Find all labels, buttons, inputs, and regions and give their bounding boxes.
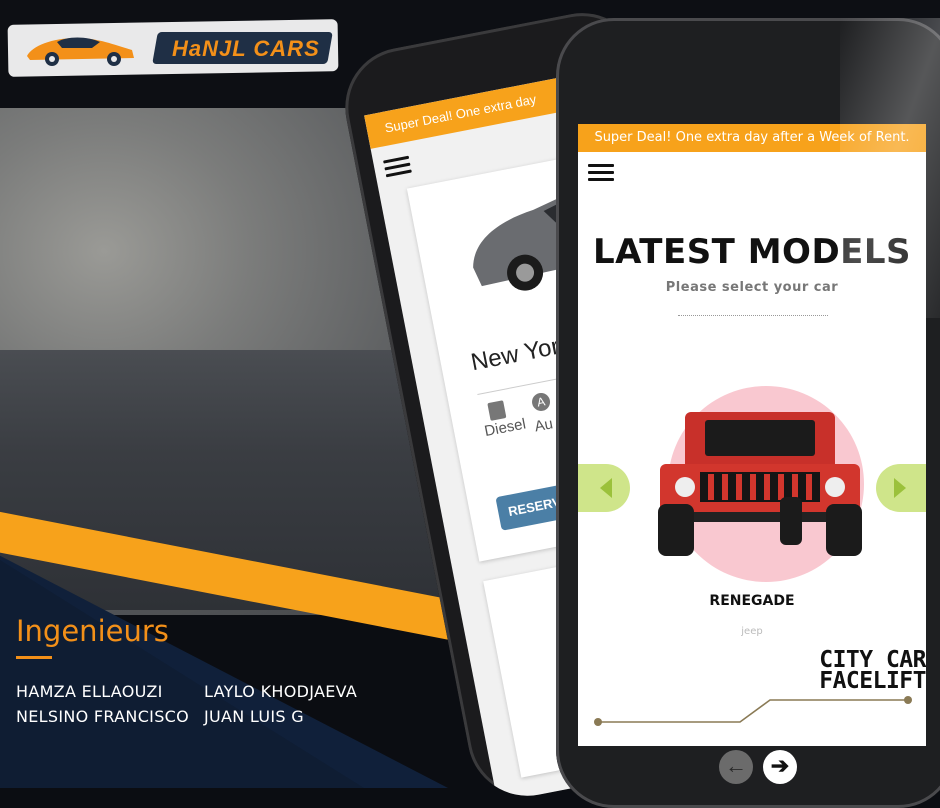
engineers-underline: [16, 656, 52, 659]
logo-text: HaNJL CARS: [172, 36, 320, 61]
jeep-car-image: [658, 412, 862, 556]
car-logo-icon: [27, 37, 134, 66]
timeline-decoration: [594, 696, 912, 726]
engineers-title: Ingenieurs: [16, 614, 169, 648]
engineer-name: JUAN LUIS G: [204, 707, 304, 726]
carousel-next-button[interactable]: [876, 464, 926, 512]
carousel-prev-button[interactable]: [578, 464, 630, 512]
car-card-title: New Yor: [468, 332, 562, 377]
fuel-pump-icon: [487, 400, 507, 421]
hamburger-icon[interactable]: [588, 164, 614, 185]
triangle-right-icon: [894, 478, 906, 498]
next-arrow-button[interactable]: ➔: [763, 750, 797, 784]
model-name: RENEGADE: [709, 593, 795, 609]
dotted-divider: [678, 315, 828, 316]
prev-arrow-button[interactable]: ←: [719, 750, 753, 784]
triangle-left-icon: [600, 478, 612, 498]
screen-gloss: [840, 18, 940, 318]
engineer-name: NELSINO FRANCISCO: [16, 707, 190, 726]
transmission-icon: A: [530, 391, 552, 413]
transmission-label: Au: [533, 415, 555, 436]
hamburger-icon[interactable]: [383, 155, 413, 182]
engineer-name: HAMZA ELLAOUZI: [16, 682, 163, 701]
engineer-name: LAYLO KHODJAEVA: [204, 682, 358, 701]
model-brand: jeep: [741, 626, 763, 637]
